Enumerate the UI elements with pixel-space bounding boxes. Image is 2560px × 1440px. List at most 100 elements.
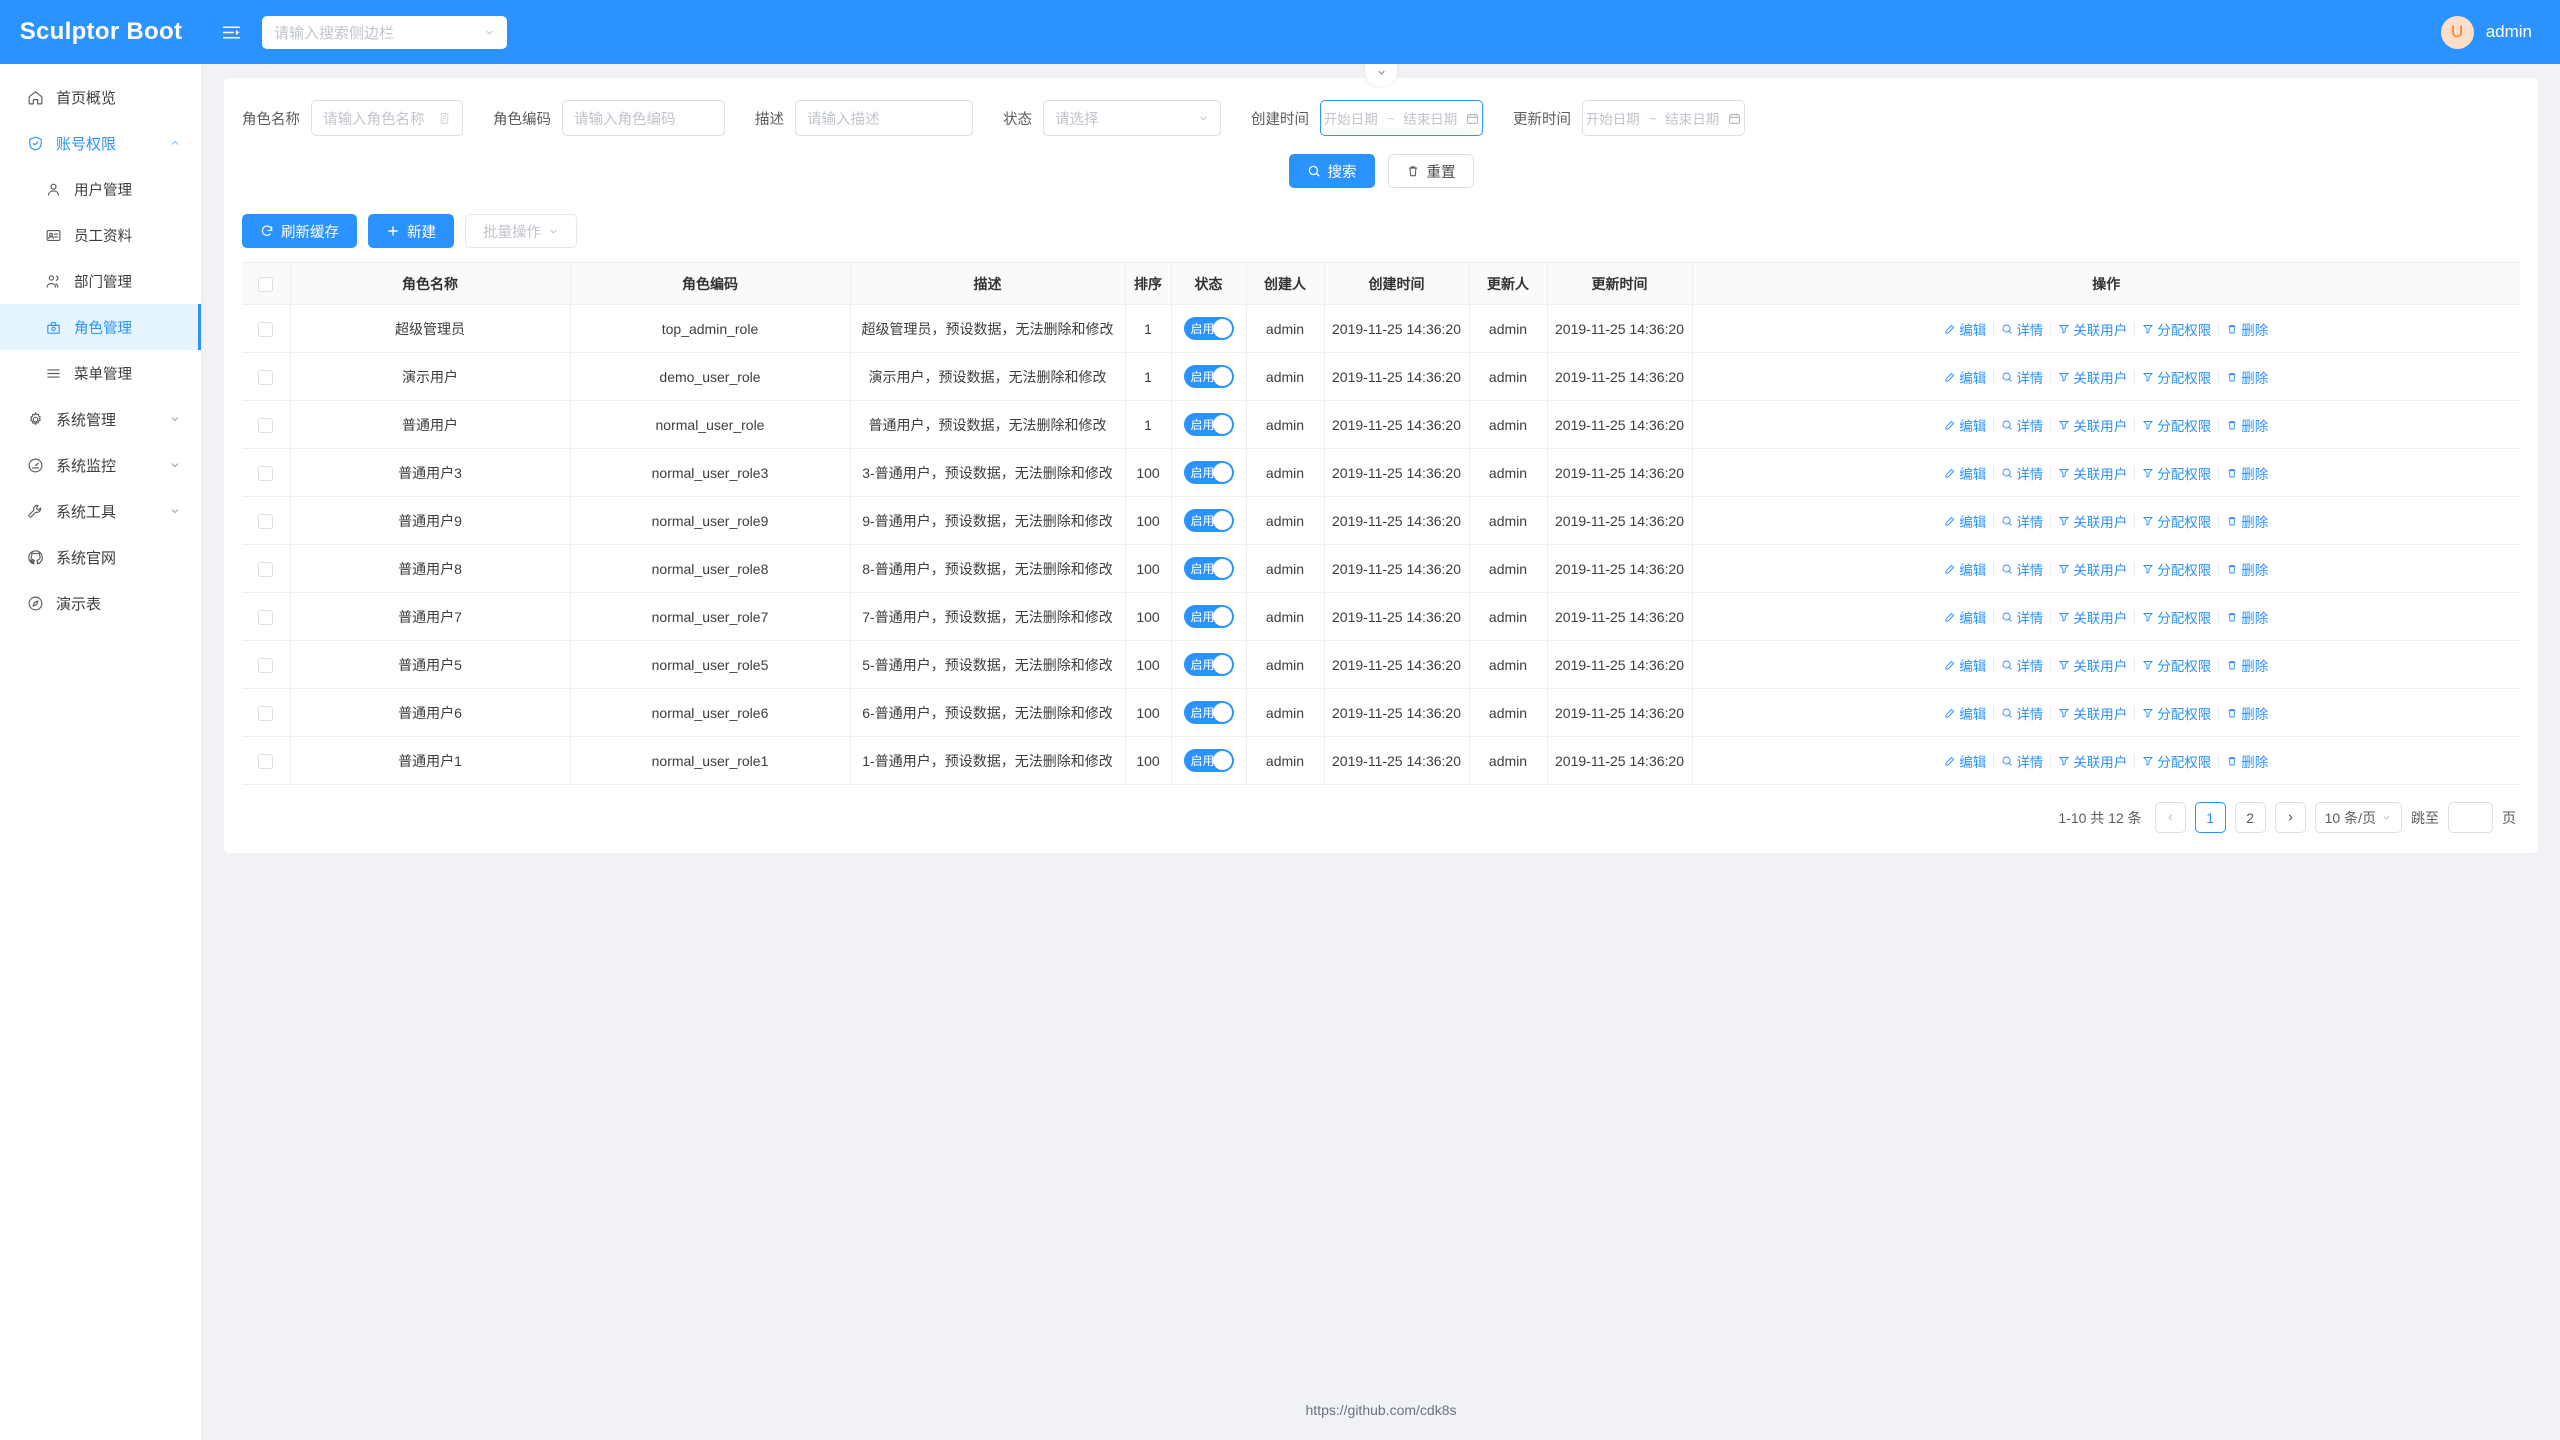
sidebar-item-5[interactable]: 角色管理: [0, 304, 201, 350]
action-删除[interactable]: 删除: [2219, 511, 2275, 531]
action-编辑[interactable]: 编辑: [1937, 463, 1993, 483]
status-toggle[interactable]: 启用: [1183, 365, 1234, 388]
action-分配权限[interactable]: 分配权限: [2135, 511, 2218, 531]
reset-button[interactable]: 重置: [1387, 154, 1474, 188]
status-toggle[interactable]: 启用: [1183, 701, 1234, 724]
chevron-up-icon[interactable]: [169, 137, 181, 149]
table-row[interactable]: 普通用户1 normal_user_role1 1-普通用户，预设数据，无法删除和修…: [242, 736, 2520, 785]
table-row[interactable]: 普通用户 normal_user_role 普通用户，预设数据，无法删除和修改 1 启用…: [242, 400, 2520, 449]
action-详情[interactable]: 详情: [1994, 367, 2050, 387]
action-编辑[interactable]: 编辑: [1937, 751, 1993, 771]
action-编辑[interactable]: 编辑: [1937, 559, 1993, 579]
update-time-range-picker[interactable]: 开始日期 ~ 结束日期: [1582, 100, 1745, 136]
sidebar-item-3[interactable]: 员工资料: [0, 212, 201, 258]
row-checkbox[interactable]: [258, 705, 274, 721]
action-详情[interactable]: 详情: [1994, 703, 2050, 723]
row-checkbox[interactable]: [258, 369, 274, 385]
action-编辑[interactable]: 编辑: [1937, 319, 1993, 339]
status-toggle[interactable]: 启用: [1183, 605, 1234, 628]
action-分配权限[interactable]: 分配权限: [2135, 415, 2218, 435]
role-code-input[interactable]: 请输入角色编码: [562, 100, 725, 136]
action-详情[interactable]: 详情: [1994, 751, 2050, 771]
action-分配权限[interactable]: 分配权限: [2135, 751, 2218, 771]
pagination-page-1[interactable]: 1: [2194, 802, 2226, 833]
table-row[interactable]: 普通用户8 normal_user_role8 8-普通用户，预设数据，无法删除和修…: [242, 544, 2520, 593]
action-删除[interactable]: 删除: [2219, 607, 2275, 627]
row-checkbox[interactable]: [258, 321, 274, 337]
chevron-down-icon[interactable]: [169, 505, 181, 517]
row-checkbox[interactable]: [258, 417, 274, 433]
row-checkbox[interactable]: [258, 609, 274, 625]
action-详情[interactable]: 详情: [1994, 415, 2050, 435]
create-time-range-picker[interactable]: 开始日期 ~ 结束日期: [1320, 100, 1483, 136]
action-删除[interactable]: 删除: [2219, 367, 2275, 387]
action-详情[interactable]: 详情: [1994, 559, 2050, 579]
status-select[interactable]: 请选择: [1043, 100, 1221, 136]
create-button[interactable]: 新建: [368, 214, 454, 248]
sidebar-search-input[interactable]: 请输入搜索侧边栏: [262, 15, 507, 49]
row-checkbox[interactable]: [258, 561, 274, 577]
action-分配权限[interactable]: 分配权限: [2135, 655, 2218, 675]
pagination-page-2[interactable]: 2: [2234, 802, 2266, 833]
role-name-input[interactable]: 请输入角色名称: [311, 100, 463, 136]
sidebar-item-1[interactable]: 账号权限: [0, 120, 201, 166]
action-编辑[interactable]: 编辑: [1937, 367, 1993, 387]
status-toggle[interactable]: 启用: [1183, 461, 1234, 484]
action-分配权限[interactable]: 分配权限: [2135, 463, 2218, 483]
sidebar-item-10[interactable]: 系统官网: [0, 534, 201, 580]
action-删除[interactable]: 删除: [2219, 559, 2275, 579]
status-toggle[interactable]: 启用: [1183, 557, 1234, 580]
table-row[interactable]: 普通用户9 normal_user_role9 9-普通用户，预设数据，无法删除和修…: [242, 496, 2520, 545]
action-详情[interactable]: 详情: [1994, 607, 2050, 627]
action-编辑[interactable]: 编辑: [1937, 415, 1993, 435]
footer-link[interactable]: https://github.com/cdk8s: [202, 1402, 2560, 1418]
select-all-checkbox[interactable]: [258, 276, 274, 292]
row-checkbox[interactable]: [258, 657, 274, 673]
action-编辑[interactable]: 编辑: [1937, 703, 1993, 723]
status-toggle[interactable]: 启用: [1183, 749, 1234, 772]
status-toggle[interactable]: 启用: [1183, 653, 1234, 676]
action-分配权限[interactable]: 分配权限: [2135, 703, 2218, 723]
app-logo[interactable]: Sculptor Boot: [0, 0, 202, 64]
table-row[interactable]: 普通用户7 normal_user_role7 7-普通用户，预设数据，无法删除和修…: [242, 592, 2520, 641]
action-关联用户[interactable]: 关联用户: [2051, 319, 2134, 339]
sidebar-item-4[interactable]: 部门管理: [0, 258, 201, 304]
action-关联用户[interactable]: 关联用户: [2051, 367, 2134, 387]
action-删除[interactable]: 删除: [2219, 655, 2275, 675]
action-关联用户[interactable]: 关联用户: [2051, 511, 2134, 531]
action-关联用户[interactable]: 关联用户: [2051, 751, 2134, 771]
sidebar-item-2[interactable]: 用户管理: [0, 166, 201, 212]
action-分配权限[interactable]: 分配权限: [2135, 559, 2218, 579]
description-input[interactable]: 请输入描述: [795, 100, 973, 136]
menu-fold-icon[interactable]: [216, 17, 246, 47]
action-分配权限[interactable]: 分配权限: [2135, 319, 2218, 339]
action-关联用户[interactable]: 关联用户: [2051, 607, 2134, 627]
action-删除[interactable]: 删除: [2219, 703, 2275, 723]
action-删除[interactable]: 删除: [2219, 319, 2275, 339]
pagination-next-button[interactable]: [2274, 802, 2306, 833]
action-关联用户[interactable]: 关联用户: [2051, 463, 2134, 483]
sidebar-item-7[interactable]: 系统管理: [0, 396, 201, 442]
action-分配权限[interactable]: 分配权限: [2135, 367, 2218, 387]
action-关联用户[interactable]: 关联用户: [2051, 655, 2134, 675]
header-user-area[interactable]: U admin: [2440, 15, 2560, 49]
table-row[interactable]: 普通用户5 normal_user_role5 5-普通用户，预设数据，无法删除和修…: [242, 640, 2520, 689]
search-button[interactable]: 搜索: [1288, 154, 1375, 188]
table-row[interactable]: 演示用户 demo_user_role 演示用户，预设数据，无法删除和修改 1 启用 ad…: [242, 352, 2520, 401]
status-toggle[interactable]: 启用: [1183, 413, 1234, 436]
row-checkbox[interactable]: [258, 513, 274, 529]
action-编辑[interactable]: 编辑: [1937, 511, 1993, 531]
table-row[interactable]: 普通用户3 normal_user_role3 3-普通用户，预设数据，无法删除和修…: [242, 448, 2520, 497]
table-row[interactable]: 超级管理员 top_admin_role 超级管理员，预设数据，无法删除和修改 1 启用…: [242, 304, 2520, 353]
sidebar-item-9[interactable]: 系统工具: [0, 488, 201, 534]
sidebar-item-8[interactable]: 系统监控: [0, 442, 201, 488]
action-详情[interactable]: 详情: [1994, 511, 2050, 531]
action-关联用户[interactable]: 关联用户: [2051, 703, 2134, 723]
row-checkbox[interactable]: [258, 753, 274, 769]
row-checkbox[interactable]: [258, 465, 274, 481]
sort-icon[interactable]: [438, 112, 451, 125]
sidebar-item-0[interactable]: 首页概览: [0, 74, 201, 120]
status-toggle[interactable]: 启用: [1183, 317, 1234, 340]
status-toggle[interactable]: 启用: [1183, 509, 1234, 532]
action-关联用户[interactable]: 关联用户: [2051, 559, 2134, 579]
